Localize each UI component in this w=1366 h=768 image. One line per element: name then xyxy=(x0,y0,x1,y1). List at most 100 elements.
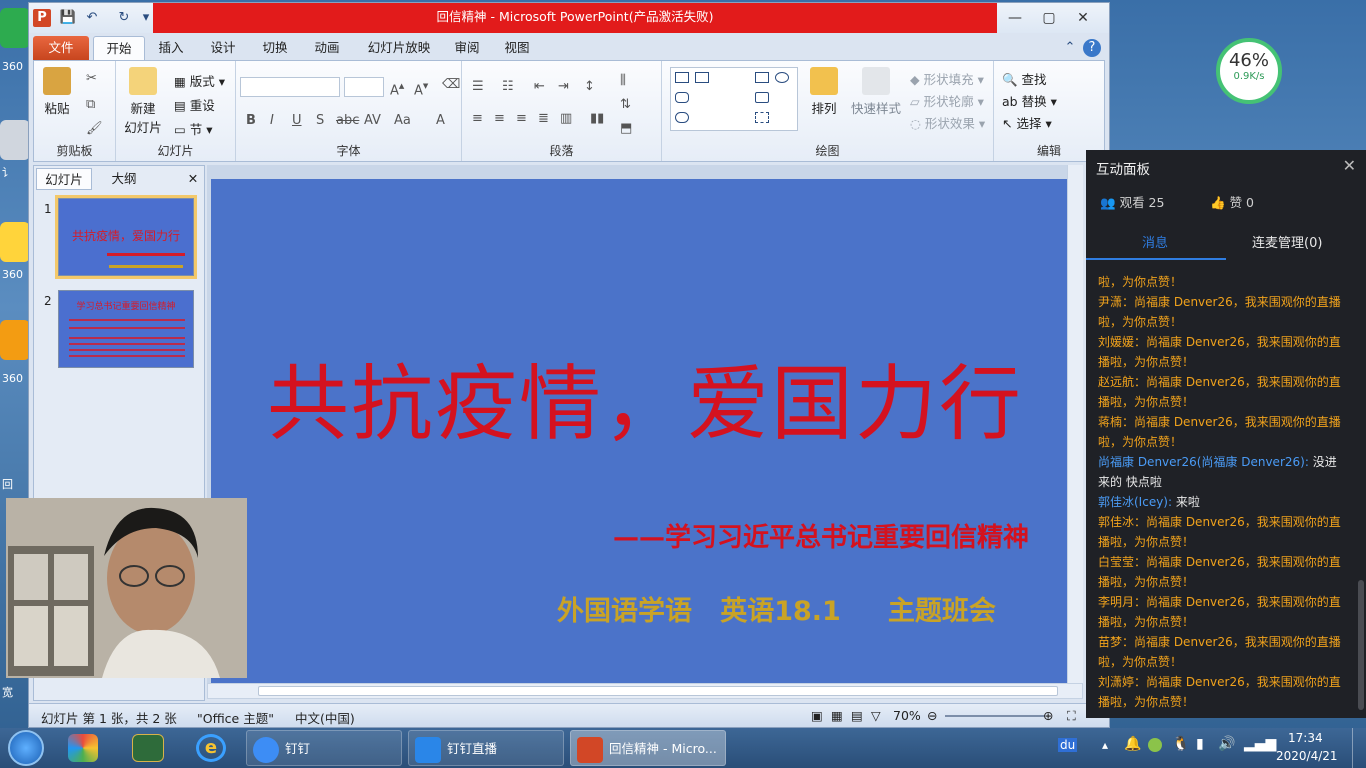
close-icon[interactable]: ✕ xyxy=(1343,156,1356,175)
panel-scrollbar[interactable] xyxy=(1358,580,1364,710)
justify-icon[interactable]: ≣ xyxy=(538,111,549,126)
shape-outline-button[interactable]: ▱ 形状轮廓 ▾ xyxy=(910,91,984,110)
minimize-button[interactable]: — xyxy=(1001,7,1029,29)
taskbar-item-dingtalk-live[interactable]: 钉钉直播 xyxy=(408,730,564,766)
decrease-indent-icon[interactable]: ⇤ xyxy=(534,79,545,94)
paste-button[interactable]: 粘贴 xyxy=(38,67,76,117)
arrow-shape-icon[interactable] xyxy=(755,92,769,103)
shape-fill-button[interactable]: ◆ 形状填充 ▾ xyxy=(910,69,984,88)
smartart-icon[interactable]: ⬒ xyxy=(620,121,632,136)
align-left-icon[interactable]: ≡ xyxy=(472,111,483,126)
qq-icon[interactable]: 🐧 xyxy=(1172,736,1189,752)
increase-indent-icon[interactable]: ⇥ xyxy=(558,79,569,94)
text-columns-icon[interactable]: ▮▮ xyxy=(590,111,604,126)
font-size-field[interactable] xyxy=(344,77,384,97)
message-list[interactable]: 啦，为你点赞！ 尹潇：尚福康 Denver26，我来围观你的直播啦，为你点赞！ 刘媛… xyxy=(1086,272,1354,718)
slideshow-view-icon[interactable]: ▽ xyxy=(871,708,881,723)
clock-date[interactable]: 2020/4/21 xyxy=(1276,749,1338,763)
font-color-icon[interactable]: A xyxy=(436,113,445,128)
numbering-icon[interactable]: ☷ xyxy=(502,79,514,94)
powerpoint-logo-icon[interactable]: P xyxy=(33,9,51,27)
quick-styles-button[interactable]: 快速样式 xyxy=(848,67,904,117)
save-icon[interactable]: 💾 xyxy=(59,9,77,27)
tray-app-icon[interactable] xyxy=(1148,738,1162,752)
font-name-field[interactable] xyxy=(240,77,340,97)
bullets-icon[interactable]: ☰ xyxy=(472,79,484,94)
tab-file[interactable]: 文件 xyxy=(33,36,89,61)
grow-font-icon[interactable]: A▴ xyxy=(390,79,404,98)
clear-format-icon[interactable]: ⌫ xyxy=(442,77,460,92)
italic-icon[interactable]: I xyxy=(270,113,274,128)
desktop-icon-360[interactable] xyxy=(0,222,30,262)
baidu-input-icon[interactable]: du xyxy=(1058,738,1078,752)
network-speed-widget[interactable]: 46% 0.9K/s xyxy=(1216,38,1282,104)
strikethrough-icon[interactable]: abc xyxy=(336,113,359,128)
flowchart-shape-icon[interactable] xyxy=(675,112,689,123)
slide-thumbnail-1[interactable]: 共抗疫情，爱国力行 xyxy=(55,195,197,279)
message-author[interactable]: 尚福康 Denver26(尚福康 Denver26): xyxy=(1098,455,1309,469)
line-spacing-icon[interactable]: ↕ xyxy=(584,79,595,94)
tab-messages[interactable]: 消息 xyxy=(1142,232,1168,251)
rectangle-shape-icon[interactable] xyxy=(755,72,769,83)
volume-icon[interactable]: 🔊 xyxy=(1218,736,1235,752)
underline-icon[interactable]: U xyxy=(292,113,302,128)
vtextbox-shape-icon[interactable] xyxy=(695,72,709,83)
fit-window-icon[interactable]: ⛶ xyxy=(1067,708,1076,724)
desktop-icon[interactable] xyxy=(0,120,30,160)
section-button[interactable]: ▭ 节 ▾ xyxy=(174,119,213,138)
desktop-icon-360[interactable] xyxy=(0,8,30,48)
new-slide-button[interactable]: 新建 幻灯片 xyxy=(120,67,166,136)
reset-button[interactable]: ▤ 重设 xyxy=(174,95,215,114)
tab-view[interactable]: 视图 xyxy=(497,36,537,61)
show-desktop-button[interactable] xyxy=(1352,728,1366,768)
close-panel-icon[interactable]: ✕ xyxy=(184,168,202,190)
close-button[interactable]: ✕ xyxy=(1069,7,1097,29)
slide-thumbnail-2[interactable]: 学习总书记重要回信精神 xyxy=(58,290,194,368)
ie-browser-icon[interactable]: e xyxy=(196,734,226,762)
tab-insert[interactable]: 插入 xyxy=(149,36,193,61)
desktop-icon-360[interactable] xyxy=(0,320,30,360)
format-painter-icon[interactable]: 🖌 xyxy=(86,121,103,136)
tab-design[interactable]: 设计 xyxy=(201,36,245,61)
slide-title[interactable]: 共抗疫情，爱国力行 xyxy=(211,337,1079,456)
zoom-out-icon[interactable]: ⊖ xyxy=(927,708,937,723)
cut-icon[interactable]: ✂ xyxy=(86,71,97,86)
distributed-icon[interactable]: ▥ xyxy=(560,111,572,126)
shadow-icon[interactable]: S xyxy=(316,113,324,128)
message-author[interactable]: 郭佳冰(Icey): xyxy=(1098,495,1172,509)
start-button[interactable] xyxy=(8,730,44,766)
vertical-scrollbar[interactable] xyxy=(1067,165,1083,685)
shapes-gallery[interactable] xyxy=(670,67,798,131)
oval-shape-icon[interactable] xyxy=(775,72,789,83)
tab-animations[interactable]: 动画 xyxy=(305,36,349,61)
help-icon[interactable]: ? xyxy=(1083,39,1101,57)
tab-slideshow[interactable]: 幻灯片放映 xyxy=(359,36,439,61)
zoom-in-icon[interactable]: ⊕ xyxy=(1043,708,1053,723)
shrink-font-icon[interactable]: A▾ xyxy=(414,79,428,98)
char-spacing-icon[interactable]: AV xyxy=(364,113,381,128)
current-slide[interactable]: 共抗疫情，爱国力行 ——学习习近平总书记重要回信精神 外国语学语 英语18.1 … xyxy=(211,179,1079,683)
layout-button[interactable]: ▦ 版式 ▾ xyxy=(174,71,225,90)
slide-subtitle[interactable]: ——学习习近平总书记重要回信精神 xyxy=(613,517,1029,554)
tab-transitions[interactable]: 切换 xyxy=(253,36,297,61)
arrange-button[interactable]: 排列 xyxy=(804,67,844,117)
brace-shape-icon[interactable] xyxy=(755,112,769,123)
sorter-view-icon[interactable]: ▦ xyxy=(831,708,843,723)
select-button[interactable]: ↖ 选择 ▾ xyxy=(1002,113,1052,132)
undo-icon[interactable]: ↶ xyxy=(83,9,101,27)
network-icon[interactable]: ▂▄▆ xyxy=(1244,736,1276,752)
zoom-level[interactable]: 70% xyxy=(893,708,921,723)
horizontal-scrollbar[interactable] xyxy=(207,683,1083,699)
find-button[interactable]: 🔍 查找 xyxy=(1002,69,1047,88)
tab-outline[interactable]: 大纲 xyxy=(96,168,152,190)
redo-icon[interactable]: ↻ xyxy=(115,9,133,27)
reading-view-icon[interactable]: ▤ xyxy=(851,708,863,723)
change-case-icon[interactable]: Aa xyxy=(394,113,411,128)
replace-button[interactable]: ab 替换 ▾ xyxy=(1002,91,1057,110)
textbox-shape-icon[interactable] xyxy=(675,72,689,83)
align-center-icon[interactable]: ≡ xyxy=(494,111,505,126)
zoom-slider[interactable] xyxy=(945,715,1045,717)
shape-effects-button[interactable]: ◌ 形状效果 ▾ xyxy=(910,113,985,132)
scroll-thumb[interactable] xyxy=(258,686,1058,696)
tab-mic-management[interactable]: 连麦管理(0) xyxy=(1252,232,1322,251)
